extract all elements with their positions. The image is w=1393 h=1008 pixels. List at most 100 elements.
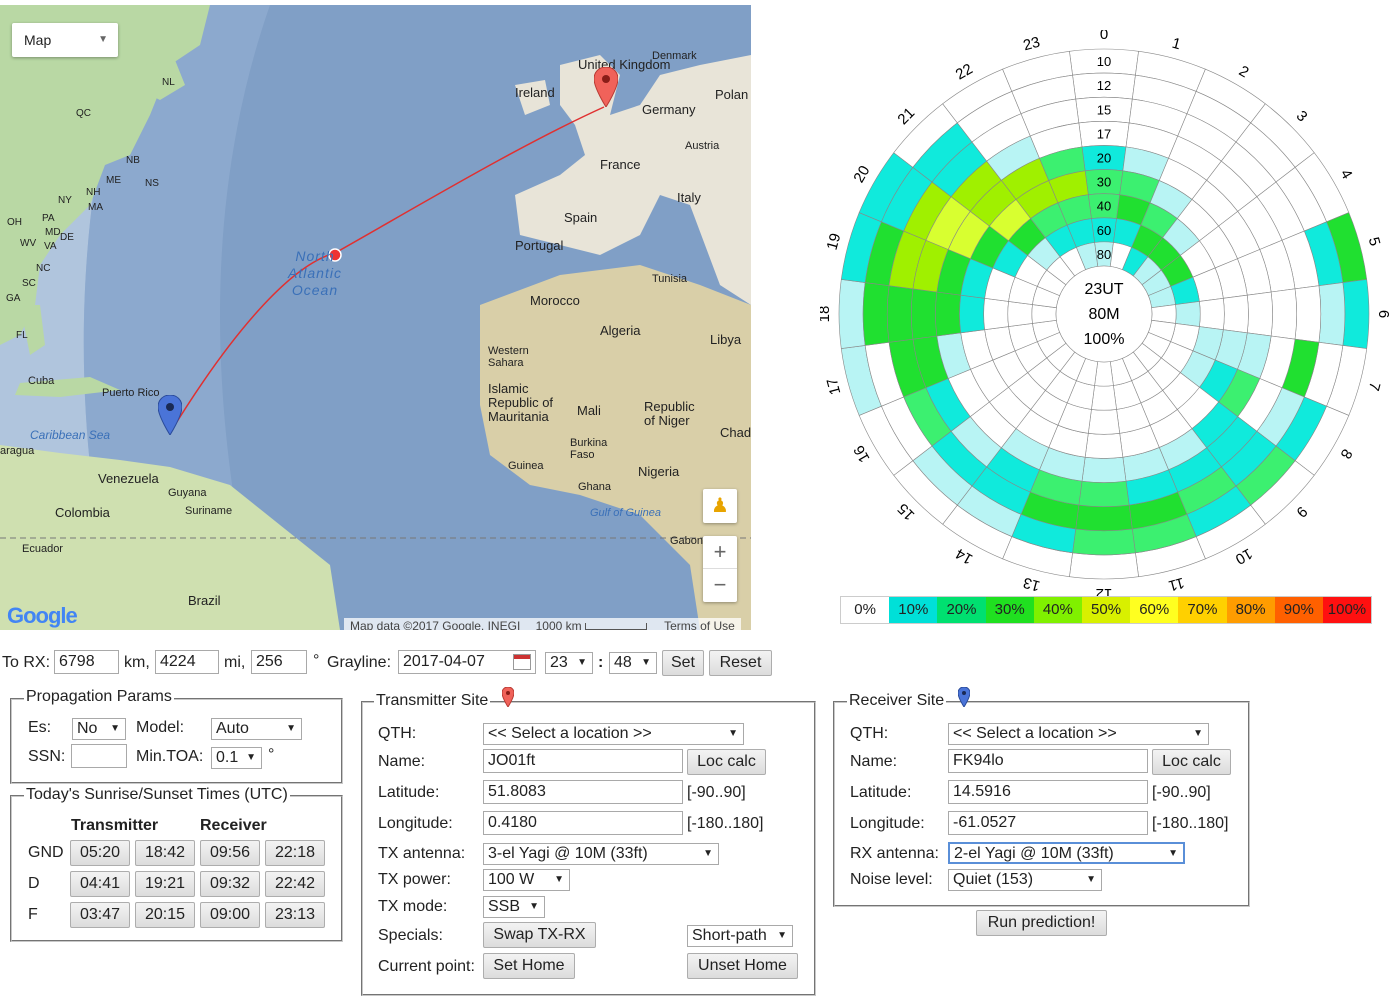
center-text: 23UT	[1084, 281, 1123, 298]
rx-lat-field[interactable]: 14.5916	[948, 780, 1148, 804]
polar-cell	[1075, 504, 1133, 532]
rx-lat-label: Latitude:	[850, 784, 912, 801]
tx-lat-label: Latitude:	[378, 784, 440, 801]
rx-loc-calc-button[interactable]: Loc calc	[1152, 749, 1231, 775]
tx-lat-range: [-90..90]	[687, 784, 746, 801]
sun-time-cell: 03:47	[70, 902, 130, 928]
map-label: Brazil	[188, 593, 221, 608]
map-label: PA	[42, 213, 55, 224]
polar-cell	[838, 279, 866, 349]
propagation-params-group	[10, 698, 343, 784]
map-type-dropdown[interactable]: Map ▼	[12, 23, 118, 57]
map-label: Islamic Republic of Mauritania	[488, 381, 554, 424]
pegman-icon[interactable]: ♟	[703, 489, 737, 523]
tx-antenna-select[interactable]: 3-el Yagi @ 10M (33ft)	[483, 843, 719, 865]
tx-mode-select[interactable]: SSB	[483, 896, 545, 918]
map-label: Italy	[677, 190, 701, 205]
map-type-label: Map	[24, 32, 52, 48]
rx-marker-icon[interactable]	[158, 395, 182, 435]
polar-cell	[1072, 528, 1136, 556]
map-view[interactable]: United Kingdom Ireland Denmark Germany P…	[0, 5, 751, 630]
toa-degree-unit: °	[268, 746, 275, 763]
sun-tx-header: Transmitter	[71, 817, 159, 834]
terms-link[interactable]: Terms of Use	[664, 619, 735, 630]
zoom-out-button[interactable]: −	[703, 569, 737, 601]
attribution-text: Map data ©2017 Google, INEGI	[350, 619, 521, 630]
sun-row-label: D	[28, 875, 40, 892]
ssn-field[interactable]	[71, 744, 127, 768]
tx-power-select[interactable]: 100 W	[483, 869, 570, 891]
degree-unit: °	[313, 652, 320, 669]
polar-cell	[1270, 288, 1297, 340]
bearing-field[interactable]: 256	[251, 650, 307, 674]
band-label: 30	[1097, 175, 1111, 190]
sun-time-cell: 18:42	[135, 840, 195, 866]
reset-button[interactable]: Reset	[709, 650, 772, 676]
hour-label: 20	[850, 163, 873, 186]
map-label: Guyana	[168, 487, 207, 499]
polar-cell	[1084, 432, 1124, 459]
map-label: Nigeria	[638, 464, 680, 479]
zoom-in-button[interactable]: +	[703, 536, 737, 569]
grayline-date-field[interactable]: 2017-04-07	[398, 650, 536, 674]
set-home-button[interactable]: Set Home	[483, 953, 575, 979]
map-label: France	[600, 157, 641, 172]
map-label: Portugal	[515, 238, 564, 253]
map-label: North Atlantic Ocean	[288, 248, 342, 298]
tx-qth-select[interactable]: << Select a location >>	[483, 723, 744, 745]
swap-tx-rx-button[interactable]: Swap TX-RX	[483, 922, 596, 948]
map-canvas[interactable]	[0, 5, 751, 630]
band-label: 15	[1097, 102, 1111, 117]
polar-cell	[1342, 279, 1370, 349]
map-label: Ecuador	[22, 543, 63, 555]
noise-level-select[interactable]: Quiet (153)	[948, 869, 1102, 891]
polar-cell	[983, 297, 1009, 331]
set-button[interactable]: Set	[662, 650, 704, 676]
es-select[interactable]: No	[72, 718, 126, 740]
rx-lat-range: [-90..90]	[1152, 784, 1211, 801]
rx-name-label: Name:	[850, 753, 898, 770]
km-unit: km,	[124, 654, 150, 671]
rx-name-field[interactable]: FK94lo	[948, 749, 1148, 773]
map-label: MA	[88, 202, 103, 213]
legend-swatch: 0%	[841, 597, 890, 623]
map-label: Cuba	[28, 375, 55, 387]
sun-row-label: GND	[28, 844, 64, 861]
tx-lon-field[interactable]: 0.4180	[483, 811, 683, 835]
polar-cell	[1081, 456, 1127, 483]
calendar-icon[interactable]	[513, 654, 531, 670]
model-select[interactable]: Auto	[211, 718, 302, 740]
tx-name-field[interactable]: JO01ft	[483, 749, 683, 773]
distance-km-field[interactable]: 6798	[54, 650, 119, 674]
hour-label: 17	[824, 376, 845, 397]
legend-swatch: 70%	[1178, 597, 1227, 623]
run-prediction-button[interactable]: Run prediction!	[976, 910, 1107, 936]
map-label: Burkina Faso	[570, 437, 608, 461]
map-label: Gabon	[670, 535, 704, 547]
path-select[interactable]: Short-path	[687, 925, 793, 947]
color-legend: 0% 10% 20% 30% 40% 50% 60% 70% 80% 90% 100%	[840, 596, 1372, 624]
unset-home-button[interactable]: Unset Home	[687, 953, 798, 979]
tx-lat-field[interactable]: 51.8083	[483, 780, 683, 804]
tx-loc-calc-button[interactable]: Loc calc	[687, 749, 766, 775]
hour-label: 19	[824, 231, 845, 252]
zoom-control: + −	[703, 536, 737, 602]
map-label: NL	[162, 77, 175, 88]
tx-marker-icon[interactable]	[594, 67, 618, 107]
grayline-minute-select[interactable]: 48	[609, 652, 657, 674]
rx-qth-select[interactable]: << Select a location >>	[948, 723, 1209, 745]
rx-lon-field[interactable]: -61.0527	[948, 811, 1148, 835]
map-label: Tunisia	[652, 273, 688, 285]
propagation-params-title: Propagation Params	[24, 688, 174, 706]
map-label: Ghana	[578, 481, 612, 493]
map-label: aragua	[0, 445, 35, 457]
grayline-hour-select[interactable]: 23	[545, 652, 593, 674]
min-toa-select[interactable]: 0.1	[211, 747, 262, 769]
rx-antenna-select[interactable]: 2-el Yagi @ 10M (33ft)	[948, 842, 1185, 864]
legend-swatch: 50%	[1081, 597, 1131, 623]
map-label: Polan	[715, 87, 749, 102]
to-rx-label: To RX:	[2, 654, 51, 671]
polar-cell	[862, 282, 890, 346]
map-label: WV	[20, 238, 37, 249]
distance-mi-field[interactable]: 4224	[155, 650, 219, 674]
